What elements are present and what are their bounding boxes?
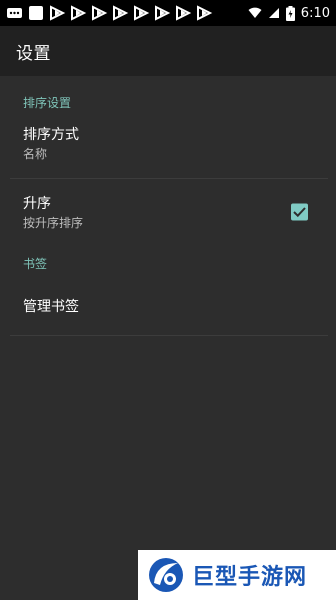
play-icon	[113, 5, 129, 21]
play-icon	[197, 5, 213, 21]
pref-ascending[interactable]: 升序 按升序排序	[0, 179, 336, 245]
checkmark-icon	[293, 207, 306, 218]
play-icon	[155, 5, 171, 21]
ascending-checkbox[interactable]	[291, 203, 308, 221]
play-icon	[176, 5, 192, 21]
settings-list: 排序设置 排序方式 名称 升序 按升序排序 书签 管理书签	[0, 76, 336, 336]
pref-sort-mode-summary: 名称	[23, 147, 48, 161]
category-sort-header: 排序设置	[23, 96, 72, 110]
divider	[10, 335, 328, 336]
wifi-icon	[248, 7, 262, 18]
pref-sort-mode[interactable]: 排序方式 名称	[0, 114, 336, 178]
pref-ascending-title: 升序	[23, 196, 51, 212]
clock: 6:10	[300, 5, 330, 21]
signal-icon	[268, 8, 279, 18]
play-icon	[92, 5, 108, 21]
app-bar: 设置	[0, 26, 336, 76]
play-icon	[134, 5, 150, 21]
system-status: 6:10	[248, 5, 330, 21]
pref-manage-bookmarks[interactable]: 管理书签	[0, 279, 336, 335]
pref-manage-bookmarks-title: 管理书签	[23, 299, 79, 315]
battery-charging-icon	[285, 5, 295, 21]
notification-square-icon	[29, 6, 43, 20]
page-title: 设置	[16, 43, 51, 64]
play-icon	[71, 5, 87, 21]
watermark: 巨型手游网	[138, 550, 336, 600]
notification-icons	[6, 5, 213, 21]
pref-ascending-summary: 按升序排序	[23, 216, 84, 230]
watermark-text: 巨型手游网	[192, 565, 308, 590]
status-bar: 6:10	[0, 0, 336, 26]
watermark-logo-icon	[149, 558, 183, 592]
category-bookmarks-header: 书签	[23, 257, 48, 271]
message-icon	[7, 8, 22, 18]
play-icon	[50, 5, 66, 21]
pref-sort-mode-title: 排序方式	[23, 127, 79, 143]
